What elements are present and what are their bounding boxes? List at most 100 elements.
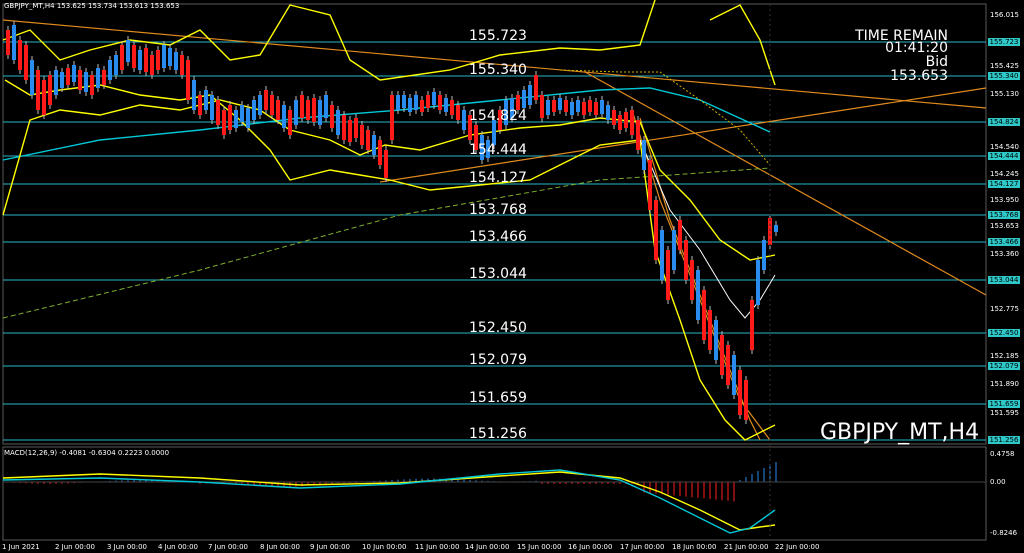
candle-body[interactable] <box>534 75 538 100</box>
candle-body[interactable] <box>720 335 724 375</box>
candle-body[interactable] <box>216 100 220 125</box>
candle-body[interactable] <box>402 95 406 108</box>
candle-body[interactable] <box>582 102 586 115</box>
candle-body[interactable] <box>738 370 742 415</box>
candle-body[interactable] <box>288 110 292 135</box>
candle-body[interactable] <box>636 120 640 150</box>
candle-body[interactable] <box>138 50 142 70</box>
candle-body[interactable] <box>564 100 568 112</box>
candle-body[interactable] <box>150 55 154 75</box>
candle-body[interactable] <box>774 225 778 232</box>
candle-body[interactable] <box>54 70 58 95</box>
candle-body[interactable] <box>30 60 34 95</box>
candle-body[interactable] <box>252 100 256 120</box>
candle-body[interactable] <box>654 200 658 260</box>
candle-body[interactable] <box>78 70 82 90</box>
candle-body[interactable] <box>624 112 628 128</box>
candle-body[interactable] <box>330 105 334 128</box>
candle-body[interactable] <box>126 40 130 62</box>
candle-body[interactable] <box>648 160 652 210</box>
candle-body[interactable] <box>546 100 550 115</box>
candle-body[interactable] <box>276 100 280 120</box>
candle-body[interactable] <box>360 125 364 145</box>
candle-body[interactable] <box>438 95 442 110</box>
candle-body[interactable] <box>642 140 646 170</box>
candle-body[interactable] <box>432 92 436 105</box>
candle-body[interactable] <box>378 140 382 165</box>
candle-body[interactable] <box>630 110 634 135</box>
candle-body[interactable] <box>366 130 370 150</box>
candle-body[interactable] <box>210 95 214 120</box>
candle-body[interactable] <box>762 240 766 270</box>
candle-body[interactable] <box>372 135 376 155</box>
candle-body[interactable] <box>678 220 682 250</box>
candle-body[interactable] <box>84 72 88 92</box>
candle-body[interactable] <box>696 270 700 320</box>
candle-body[interactable] <box>162 45 166 68</box>
candle-body[interactable] <box>414 95 418 110</box>
candle-body[interactable] <box>222 110 226 135</box>
candle-body[interactable] <box>420 100 424 112</box>
candle-body[interactable] <box>306 100 310 120</box>
candle-body[interactable] <box>714 320 718 360</box>
candle-body[interactable] <box>12 25 16 60</box>
candle-body[interactable] <box>600 100 604 114</box>
candle-body[interactable] <box>618 115 622 130</box>
candle-body[interactable] <box>708 310 712 350</box>
candle-body[interactable] <box>456 105 460 120</box>
candle-body[interactable] <box>36 70 40 110</box>
candle-body[interactable] <box>594 102 598 115</box>
candle-body[interactable] <box>444 98 448 112</box>
candle-body[interactable] <box>192 80 196 110</box>
candle-body[interactable] <box>408 98 412 112</box>
candle-body[interactable] <box>462 110 466 130</box>
candle-body[interactable] <box>234 110 238 128</box>
candle-body[interactable] <box>336 110 340 135</box>
candle-body[interactable] <box>552 100 556 112</box>
candlesticks[interactable] <box>6 21 778 424</box>
candle-body[interactable] <box>576 100 580 112</box>
candle-body[interactable] <box>756 260 760 305</box>
candle-body[interactable] <box>270 95 274 115</box>
candle-body[interactable] <box>258 95 262 115</box>
candle-body[interactable] <box>672 230 676 270</box>
candle-body[interactable] <box>186 60 190 100</box>
candle-body[interactable] <box>180 55 184 75</box>
candle-body[interactable] <box>660 230 664 280</box>
candle-body[interactable] <box>558 98 562 110</box>
candle-body[interactable] <box>666 250 670 300</box>
candle-body[interactable] <box>120 45 124 70</box>
candle-body[interactable] <box>156 50 160 70</box>
candle-body[interactable] <box>732 355 736 395</box>
candle-body[interactable] <box>342 115 346 140</box>
candle-body[interactable] <box>702 290 706 340</box>
candle-body[interactable] <box>726 345 730 385</box>
candle-body[interactable] <box>312 98 316 122</box>
candle-body[interactable] <box>264 90 268 110</box>
candle-body[interactable] <box>426 95 430 108</box>
candle-body[interactable] <box>198 95 202 115</box>
candle-body[interactable] <box>246 108 250 128</box>
candle-body[interactable] <box>348 120 352 142</box>
candle-body[interactable] <box>60 72 64 88</box>
candle-body[interactable] <box>72 65 76 82</box>
candle-body[interactable] <box>744 380 748 420</box>
candle-body[interactable] <box>96 68 100 88</box>
candle-body[interactable] <box>282 105 286 128</box>
candle-body[interactable] <box>168 48 172 66</box>
candle-body[interactable] <box>66 68 70 85</box>
candle-body[interactable] <box>570 102 574 115</box>
candle-body[interactable] <box>522 90 526 108</box>
candle-body[interactable] <box>612 110 616 125</box>
candle-body[interactable] <box>606 105 610 120</box>
candle-body[interactable] <box>396 95 400 110</box>
candle-body[interactable] <box>588 100 592 112</box>
candle-body[interactable] <box>132 45 136 68</box>
candle-body[interactable] <box>6 30 10 55</box>
candle-body[interactable] <box>204 90 208 110</box>
candle-body[interactable] <box>384 150 388 178</box>
candle-body[interactable] <box>48 75 52 105</box>
candle-body[interactable] <box>174 52 178 70</box>
candle-body[interactable] <box>18 40 22 70</box>
candle-body[interactable] <box>450 100 454 115</box>
